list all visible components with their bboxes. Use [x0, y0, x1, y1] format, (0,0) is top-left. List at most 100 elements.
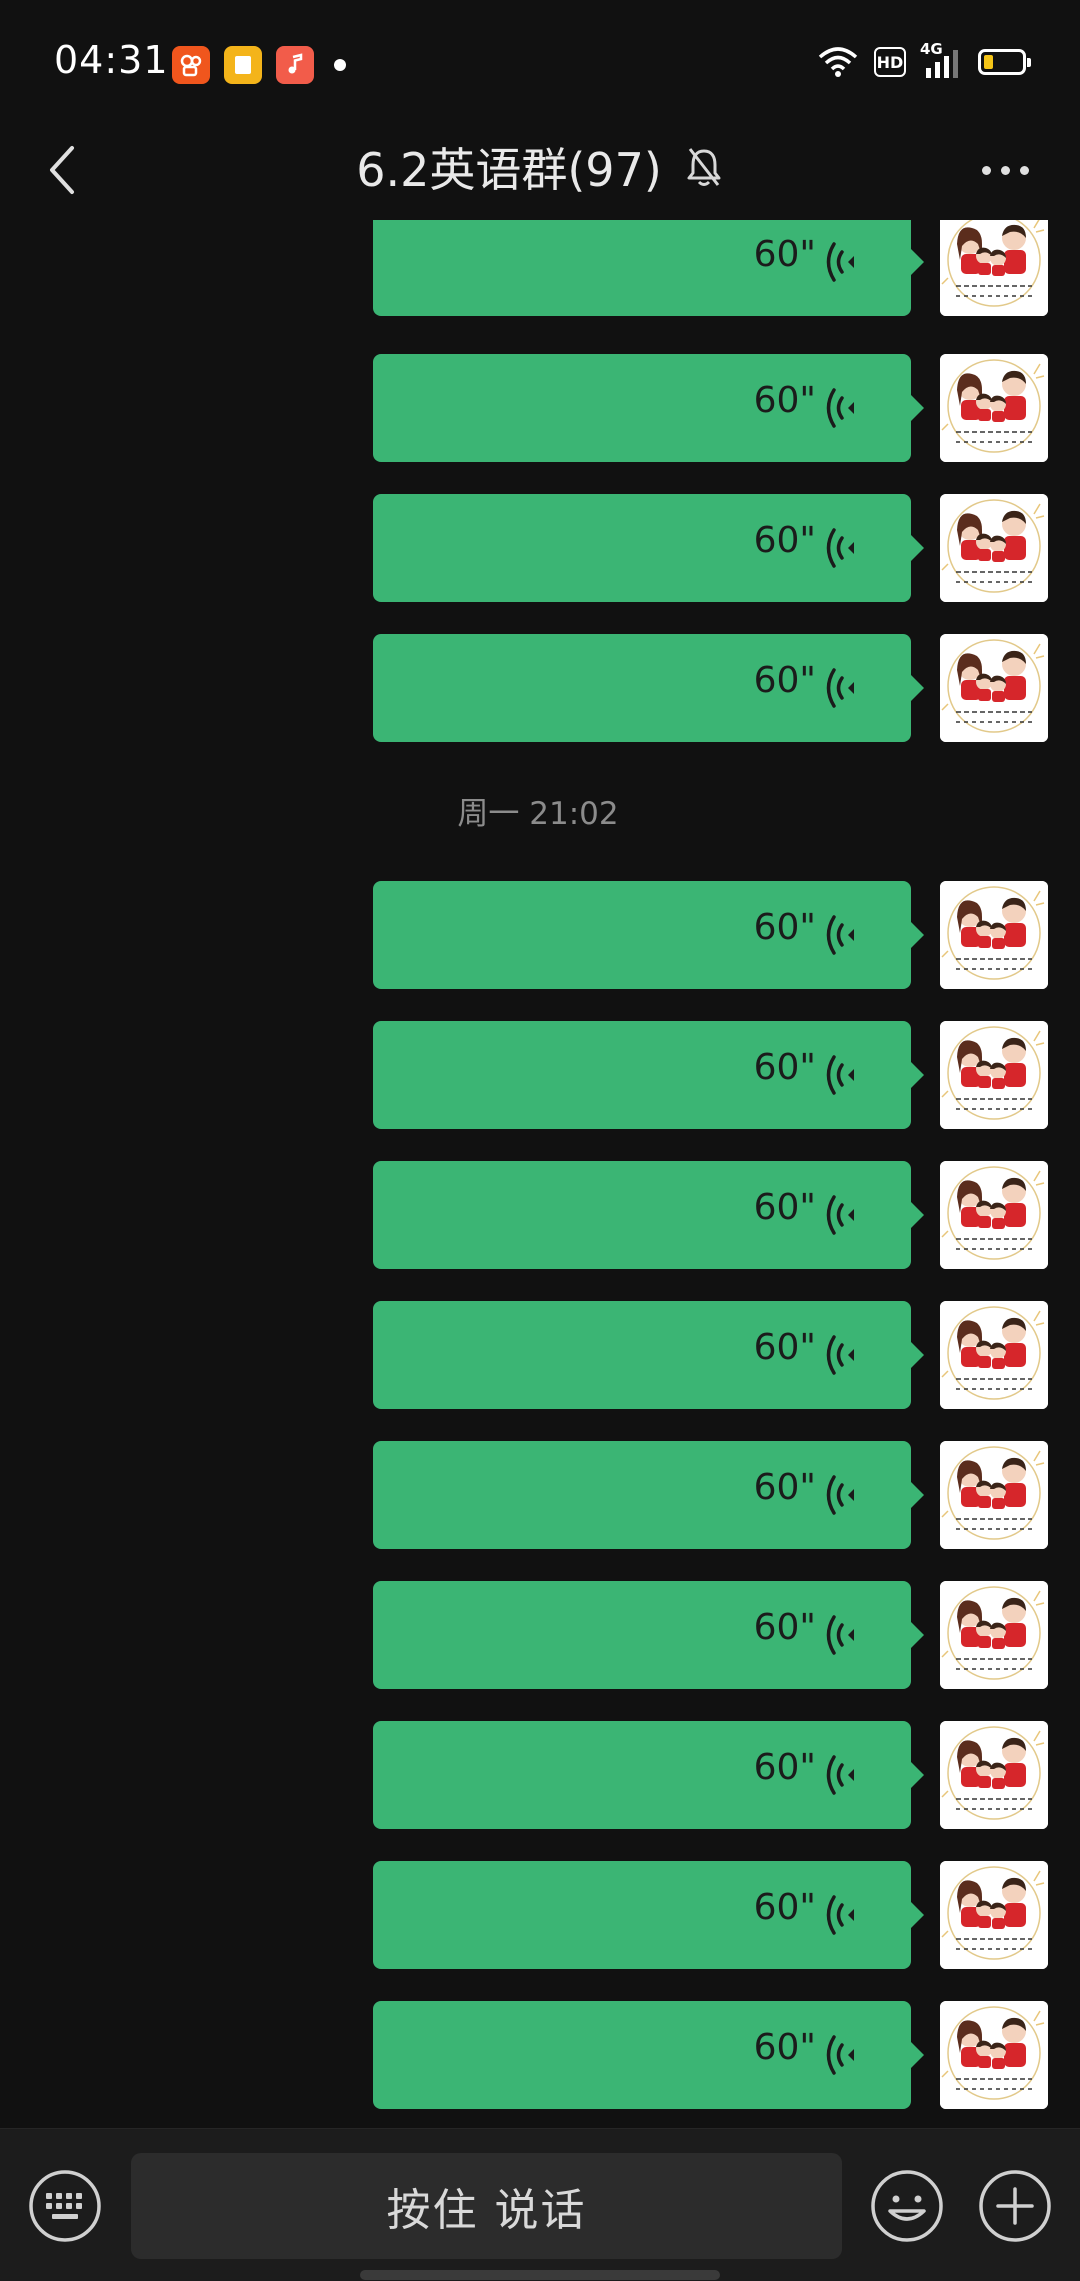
- voice-duration: 60": [753, 1467, 816, 1508]
- voice-message: 60": [373, 1441, 1048, 1549]
- hold-to-talk-button[interactable]: 按住 说话: [131, 2153, 842, 2259]
- voice-duration: 60": [753, 234, 816, 275]
- family-cartoon-avatar: [940, 1721, 1048, 1829]
- cellular-signal-icon: 4G: [920, 40, 964, 80]
- plus-icon: [979, 2170, 1051, 2242]
- voice-wave-icon: [826, 1475, 854, 1515]
- sender-avatar[interactable]: [940, 1861, 1048, 1969]
- timestamp-text: 周一 21:02: [457, 796, 619, 832]
- voice-message-bubble[interactable]: 60": [373, 634, 924, 742]
- emoji-icon: [871, 2170, 943, 2242]
- family-cartoon-avatar: [940, 634, 1048, 742]
- sender-avatar[interactable]: [940, 2001, 1048, 2109]
- sender-avatar[interactable]: [940, 634, 1048, 742]
- family-cartoon-avatar: [940, 1021, 1048, 1129]
- home-indicator[interactable]: [360, 2270, 720, 2280]
- kuaishou-app-icon: [172, 46, 210, 84]
- voice-duration: 60": [753, 660, 816, 701]
- voice-wave-icon: [826, 1895, 854, 1935]
- voice-message: 60": [373, 634, 1048, 742]
- sender-avatar[interactable]: [940, 1161, 1048, 1269]
- voice-duration: 60": [753, 380, 816, 421]
- wifi-icon: [818, 47, 858, 77]
- voice-duration: 60": [753, 1327, 816, 1368]
- sender-avatar[interactable]: [940, 354, 1048, 462]
- voice-message: 60": [373, 1861, 1048, 1969]
- voice-message: 60": [373, 2001, 1048, 2109]
- keyboard-icon: [29, 2170, 101, 2242]
- voice-wave-icon: [826, 388, 854, 428]
- family-cartoon-avatar: [940, 354, 1048, 462]
- voice-message: 60": [373, 881, 1048, 989]
- keyboard-toggle-button[interactable]: [28, 2169, 102, 2243]
- family-cartoon-avatar: [940, 220, 1048, 316]
- voice-message: 60": [373, 1021, 1048, 1129]
- hd-badge: HD: [874, 47, 906, 77]
- dot-icon: [1000, 165, 1010, 175]
- voice-wave-icon: [826, 1615, 854, 1655]
- notification-dot: [334, 59, 346, 71]
- voice-duration: 60": [753, 1187, 816, 1228]
- voice-message-bubble[interactable]: 60": [373, 1301, 924, 1409]
- voice-message: 60": [373, 1721, 1048, 1829]
- voice-duration: 60": [753, 1747, 816, 1788]
- voice-duration: 60": [753, 2027, 816, 2068]
- voice-message-bubble[interactable]: 60": [373, 1721, 924, 1829]
- voice-duration: 60": [753, 520, 816, 561]
- voice-message-bubble[interactable]: 60": [373, 354, 924, 462]
- voice-message: 60": [373, 494, 1048, 602]
- sender-avatar[interactable]: [940, 220, 1048, 316]
- more-options-button[interactable]: [960, 138, 1050, 202]
- sender-avatar[interactable]: [940, 494, 1048, 602]
- music-app-icon: [276, 46, 314, 84]
- voice-wave-icon: [826, 528, 854, 568]
- status-app-icons: [172, 46, 346, 84]
- voice-duration: 60": [753, 1887, 816, 1928]
- voice-wave-icon: [826, 1755, 854, 1795]
- voice-wave-icon: [826, 915, 854, 955]
- voice-message-bubble[interactable]: 60": [373, 1581, 924, 1689]
- emoji-button[interactable]: [870, 2169, 944, 2243]
- chat-message-list[interactable]: 周一 21:02 60" 60" 60" 60" 60" 60" 60" 60" 60" 60" 6…: [0, 220, 1080, 2125]
- voice-message: 60": [373, 220, 1048, 316]
- chat-title[interactable]: 6.2英语群(97): [356, 134, 662, 200]
- voice-message-bubble[interactable]: 60": [373, 2001, 924, 2109]
- dot-icon: [981, 165, 991, 175]
- sender-avatar[interactable]: [940, 1441, 1048, 1549]
- sender-avatar[interactable]: [940, 1021, 1048, 1129]
- voice-duration: 60": [753, 1047, 816, 1088]
- battery-icon: [978, 49, 1031, 75]
- status-time: 04:31: [54, 38, 169, 82]
- notes-app-icon: [224, 46, 262, 84]
- status-indicators: HD 4G: [816, 40, 1031, 80]
- input-bar: 按住 说话: [0, 2128, 1080, 2281]
- sender-avatar[interactable]: [940, 1581, 1048, 1689]
- voice-message-bubble[interactable]: 60": [373, 220, 924, 316]
- dot-icon: [1019, 165, 1029, 175]
- sender-avatar[interactable]: [940, 1301, 1048, 1409]
- family-cartoon-avatar: [940, 2001, 1048, 2109]
- more-functions-button[interactable]: [978, 2169, 1052, 2243]
- sender-avatar[interactable]: [940, 881, 1048, 989]
- voice-message-bubble[interactable]: 60": [373, 1021, 924, 1129]
- voice-message-bubble[interactable]: 60": [373, 881, 924, 989]
- family-cartoon-avatar: [940, 1441, 1048, 1549]
- voice-message-bubble[interactable]: 60": [373, 1861, 924, 1969]
- sender-avatar[interactable]: [940, 1721, 1048, 1829]
- voice-wave-icon: [826, 1195, 854, 1235]
- family-cartoon-avatar: [940, 494, 1048, 602]
- voice-message-bubble[interactable]: 60": [373, 494, 924, 602]
- title-wrap: 6.2英语群(97): [0, 134, 1080, 200]
- family-cartoon-avatar: [940, 1581, 1048, 1689]
- voice-wave-icon: [826, 2035, 854, 2075]
- voice-message-bubble[interactable]: 60": [373, 1161, 924, 1269]
- voice-wave-icon: [826, 242, 854, 282]
- message-timestamp: 周一 21:02: [0, 788, 1080, 833]
- battery-level: [984, 55, 993, 69]
- family-cartoon-avatar: [940, 1861, 1048, 1969]
- voice-message: 60": [373, 1301, 1048, 1409]
- status-bar: 04:31 HD 4G: [0, 0, 1080, 130]
- voice-wave-icon: [826, 1055, 854, 1095]
- mute-bell-icon: [687, 148, 721, 186]
- voice-message-bubble[interactable]: 60": [373, 1441, 924, 1549]
